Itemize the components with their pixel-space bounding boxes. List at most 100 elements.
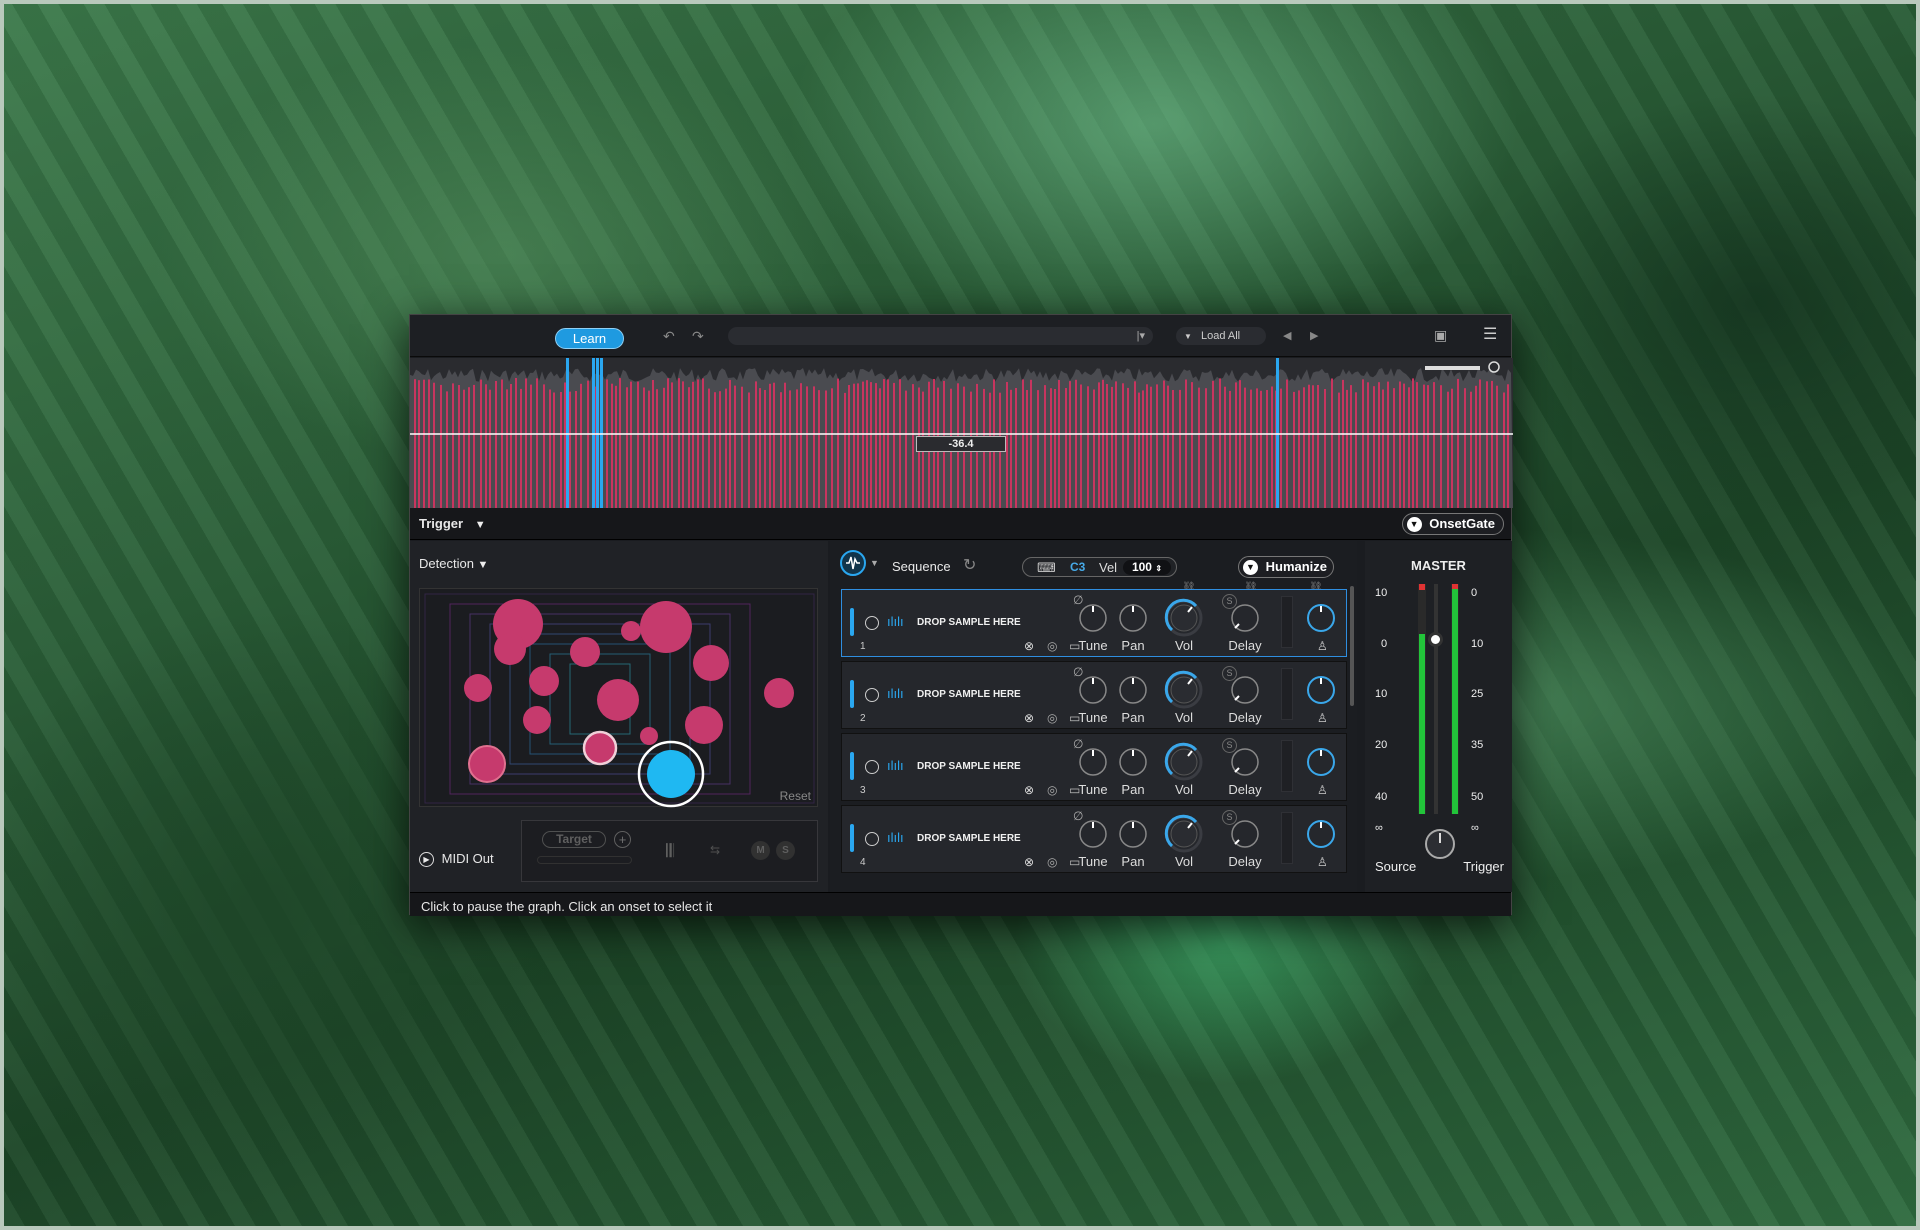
onset-bar[interactable] [1367,382,1369,508]
delay-knob[interactable] [1229,818,1261,850]
sample-slot[interactable]: 3 ılılı DROP SAMPLE HERE ∅ ⊗ ◎ ▭ S Tune Pan Vol Del… [841,733,1347,801]
selected-onset-bar[interactable] [566,358,569,508]
trigger-menu[interactable]: Trigger ▼ [419,516,486,531]
onset-waveform-graph[interactable]: -36.4 [410,358,1513,508]
selected-onset-bar[interactable] [1276,358,1279,508]
onset-bar[interactable] [1150,386,1152,508]
onset-bar[interactable] [1111,386,1113,508]
onset-bar[interactable] [1378,382,1380,508]
onset-bar[interactable] [1387,381,1389,508]
zoom-icon[interactable] [1488,361,1500,373]
mute-button[interactable]: M [751,841,770,860]
onset-bar[interactable] [440,384,442,508]
onset-bar[interactable] [446,391,448,508]
onset-bar[interactable] [506,389,508,508]
sample-slot[interactable]: 2 ılılı DROP SAMPLE HERE ∅ ⊗ ◎ ▭ S Tune Pan Vol Del… [841,661,1347,729]
target-button[interactable]: Target [542,831,606,848]
onset-bar[interactable] [423,379,425,508]
info-icon[interactable]: ◎ [1047,784,1057,796]
onset-bar[interactable] [1087,386,1089,508]
onset-bar[interactable] [784,382,786,508]
sample-slot[interactable]: 4 ılılı DROP SAMPLE HERE ∅ ⊗ ◎ ▭ S Tune Pan Vol Del… [841,805,1347,873]
onset-bar[interactable] [714,392,716,508]
onset-bar[interactable] [697,379,699,508]
onset-bar[interactable] [1250,389,1252,508]
onset-bar[interactable] [473,384,475,508]
onset-bar[interactable] [536,378,538,508]
selected-onset-bar[interactable] [596,358,599,508]
info-icon[interactable]: ◎ [1047,856,1057,868]
onset-bar[interactable] [525,378,527,508]
onset-bar[interactable] [480,379,482,508]
onset-bar[interactable] [1298,390,1300,508]
add-target-icon[interactable]: + [614,831,631,848]
tune-knob[interactable] [1077,746,1109,778]
preset-dropdown-icon[interactable]: |▾ [1137,329,1145,342]
onset-bar[interactable] [789,390,791,508]
clear-sample-icon[interactable]: ⊗ [1024,856,1034,868]
onset-bar[interactable] [1198,387,1200,508]
undo-icon[interactable]: ↶ [663,329,675,343]
onset-bar[interactable] [619,378,621,508]
vol-knob[interactable] [1164,814,1204,854]
onset-bar[interactable] [692,381,694,508]
onset-bar[interactable] [1266,390,1268,508]
reset-button[interactable]: Reset [780,789,811,803]
onset-bar[interactable] [1286,379,1288,509]
onset-bar[interactable] [862,381,864,508]
onset-bar[interactable] [759,388,761,508]
onset-bar[interactable] [1022,379,1024,508]
onset-bar[interactable] [626,387,628,508]
threshold-value[interactable]: -36.4 [916,436,1006,452]
pan-knob[interactable] [1117,746,1149,778]
source-trigger-mix-knob[interactable] [1425,829,1455,859]
onset-bar[interactable] [818,390,820,508]
onset-bar[interactable] [1235,382,1237,508]
onset-bar[interactable] [1239,380,1241,508]
onset-bar[interactable] [1393,388,1395,508]
onset-bar[interactable] [615,385,617,508]
detection-scatter-graph[interactable]: Reset [419,588,818,808]
onset-bar[interactable] [1006,382,1008,508]
onset-bar[interactable] [485,384,487,508]
onset-bar[interactable] [643,387,645,509]
onset-bar[interactable] [1303,387,1305,508]
next-preset-icon[interactable]: ▶ [1310,329,1318,343]
onset-bar[interactable] [899,379,901,508]
onset-bar[interactable] [1475,385,1477,508]
onset-bar[interactable] [764,390,766,508]
onset-bar[interactable] [682,381,684,508]
clear-sample-icon[interactable]: ⊗ [1024,640,1034,652]
onset-bar[interactable] [866,380,868,508]
onset-bar[interactable] [458,385,460,508]
load-all-button[interactable]: ▼ Load All [1176,327,1266,345]
tune-knob[interactable] [1077,818,1109,850]
onset-bar[interactable] [1224,386,1226,508]
person-icon[interactable]: ♙ [1317,640,1328,652]
onset-bar[interactable] [1260,390,1262,508]
clear-sample-icon[interactable]: ⊗ [1024,712,1034,724]
onset-bar[interactable] [1172,390,1174,508]
onset-bar[interactable] [611,383,613,508]
midi-out-toggle[interactable]: ▶ MIDI Out [419,851,494,868]
onset-bar[interactable] [652,380,654,508]
onset-bar[interactable] [530,384,532,508]
previous-preset-icon[interactable]: ◀ [1283,329,1291,343]
master-fader-thumb[interactable] [1428,632,1443,647]
pan-knob[interactable] [1117,674,1149,706]
onset-bar[interactable] [1075,379,1077,508]
onset-bar[interactable] [549,389,551,509]
onset-bar[interactable] [1050,388,1052,508]
vol-knob[interactable] [1164,670,1204,710]
onset-bar[interactable] [1102,379,1104,508]
onset-bar[interactable] [663,387,665,508]
pan-knob[interactable] [1117,602,1149,634]
onset-bar[interactable] [1346,389,1348,508]
onset-bar[interactable] [678,378,680,508]
onset-bar[interactable] [893,382,895,508]
onset-bar[interactable] [1423,384,1425,508]
onset-bar[interactable] [1479,379,1481,509]
detection-menu[interactable]: Detection ▼ [419,556,488,571]
onset-bar[interactable] [837,378,839,508]
onset-bar[interactable] [1486,381,1488,508]
